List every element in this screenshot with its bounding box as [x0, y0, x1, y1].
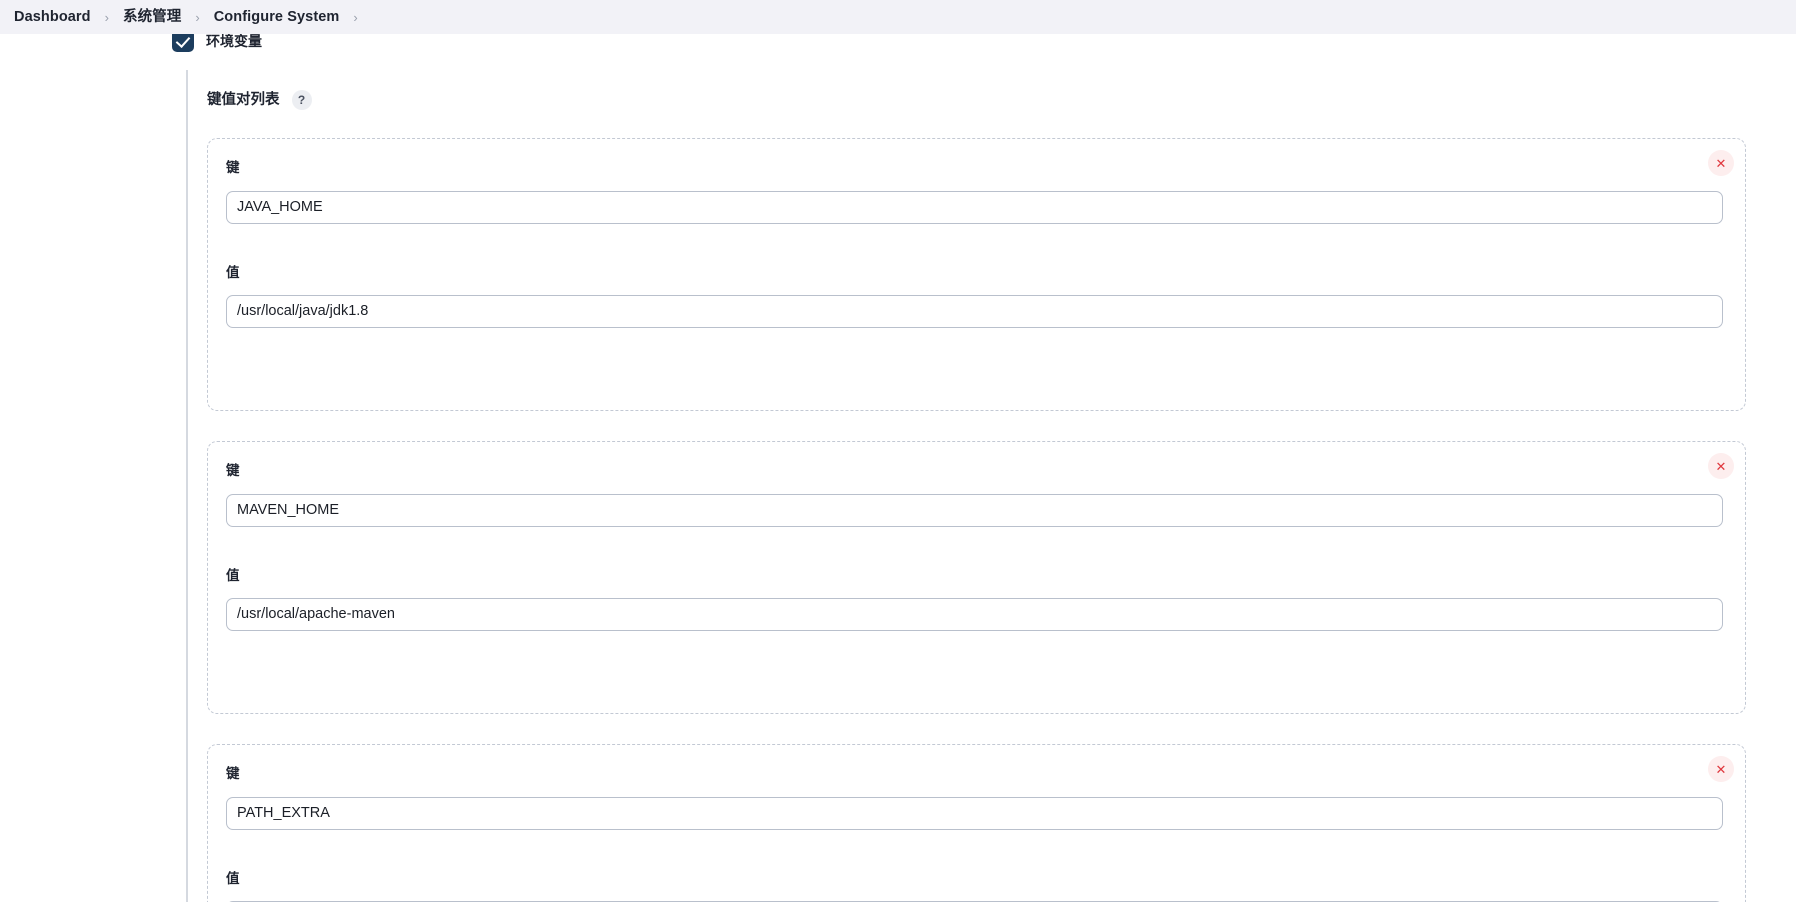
- key-field-label: 键: [226, 160, 240, 175]
- question-mark-icon[interactable]: ?: [291, 90, 312, 110]
- value-field-label: 值: [226, 870, 240, 886]
- key-value-pair-list: ✕ 键 值 ✕ 键 值 ✕ 键 值: [207, 138, 1746, 902]
- breadcrumb-separator-icon: ›: [104, 9, 109, 25]
- key-input[interactable]: [226, 493, 1723, 527]
- configure-system-page: 环境变量 键值对列表 ? ✕ 键 值 ✕ 键 值 ✕ 键 值: [0, 34, 1796, 902]
- key-input[interactable]: [226, 796, 1723, 830]
- breadcrumb-item-configure-system[interactable]: Configure System: [214, 10, 340, 25]
- key-value-list-header: 键值对列表 ?: [207, 90, 312, 110]
- indent-guide-line: [186, 70, 188, 902]
- key-value-pair-card: ✕ 键 值: [207, 441, 1746, 714]
- value-input[interactable]: [226, 295, 1723, 328]
- key-input[interactable]: [226, 190, 1723, 224]
- value-field-label: 值: [226, 567, 240, 583]
- env-variables-checkbox[interactable]: [172, 34, 194, 52]
- breadcrumb-item-dashboard[interactable]: Dashboard: [14, 10, 91, 25]
- page-title: 键值对列表: [207, 91, 280, 108]
- env-variables-checkbox-row[interactable]: 环境变量: [172, 34, 262, 56]
- value-input[interactable]: [226, 598, 1723, 631]
- key-value-pair-card: ✕ 键 值: [207, 138, 1746, 411]
- remove-pair-button[interactable]: ✕: [1708, 150, 1734, 176]
- breadcrumb-separator-icon: ›: [353, 9, 358, 25]
- breadcrumb-item-system-management[interactable]: 系统管理: [123, 10, 181, 25]
- remove-pair-button[interactable]: ✕: [1708, 453, 1734, 479]
- breadcrumb-separator-icon: ›: [195, 9, 200, 25]
- remove-pair-button[interactable]: ✕: [1708, 756, 1734, 782]
- key-field-label: 键: [226, 766, 240, 781]
- breadcrumb: Dashboard › 系统管理 › Configure System ›: [0, 0, 1796, 34]
- key-field-label: 键: [226, 463, 240, 478]
- key-value-pair-card: ✕ 键 值: [207, 744, 1746, 902]
- value-field-label: 值: [226, 264, 240, 280]
- env-variables-label: 环境变量: [206, 34, 262, 49]
